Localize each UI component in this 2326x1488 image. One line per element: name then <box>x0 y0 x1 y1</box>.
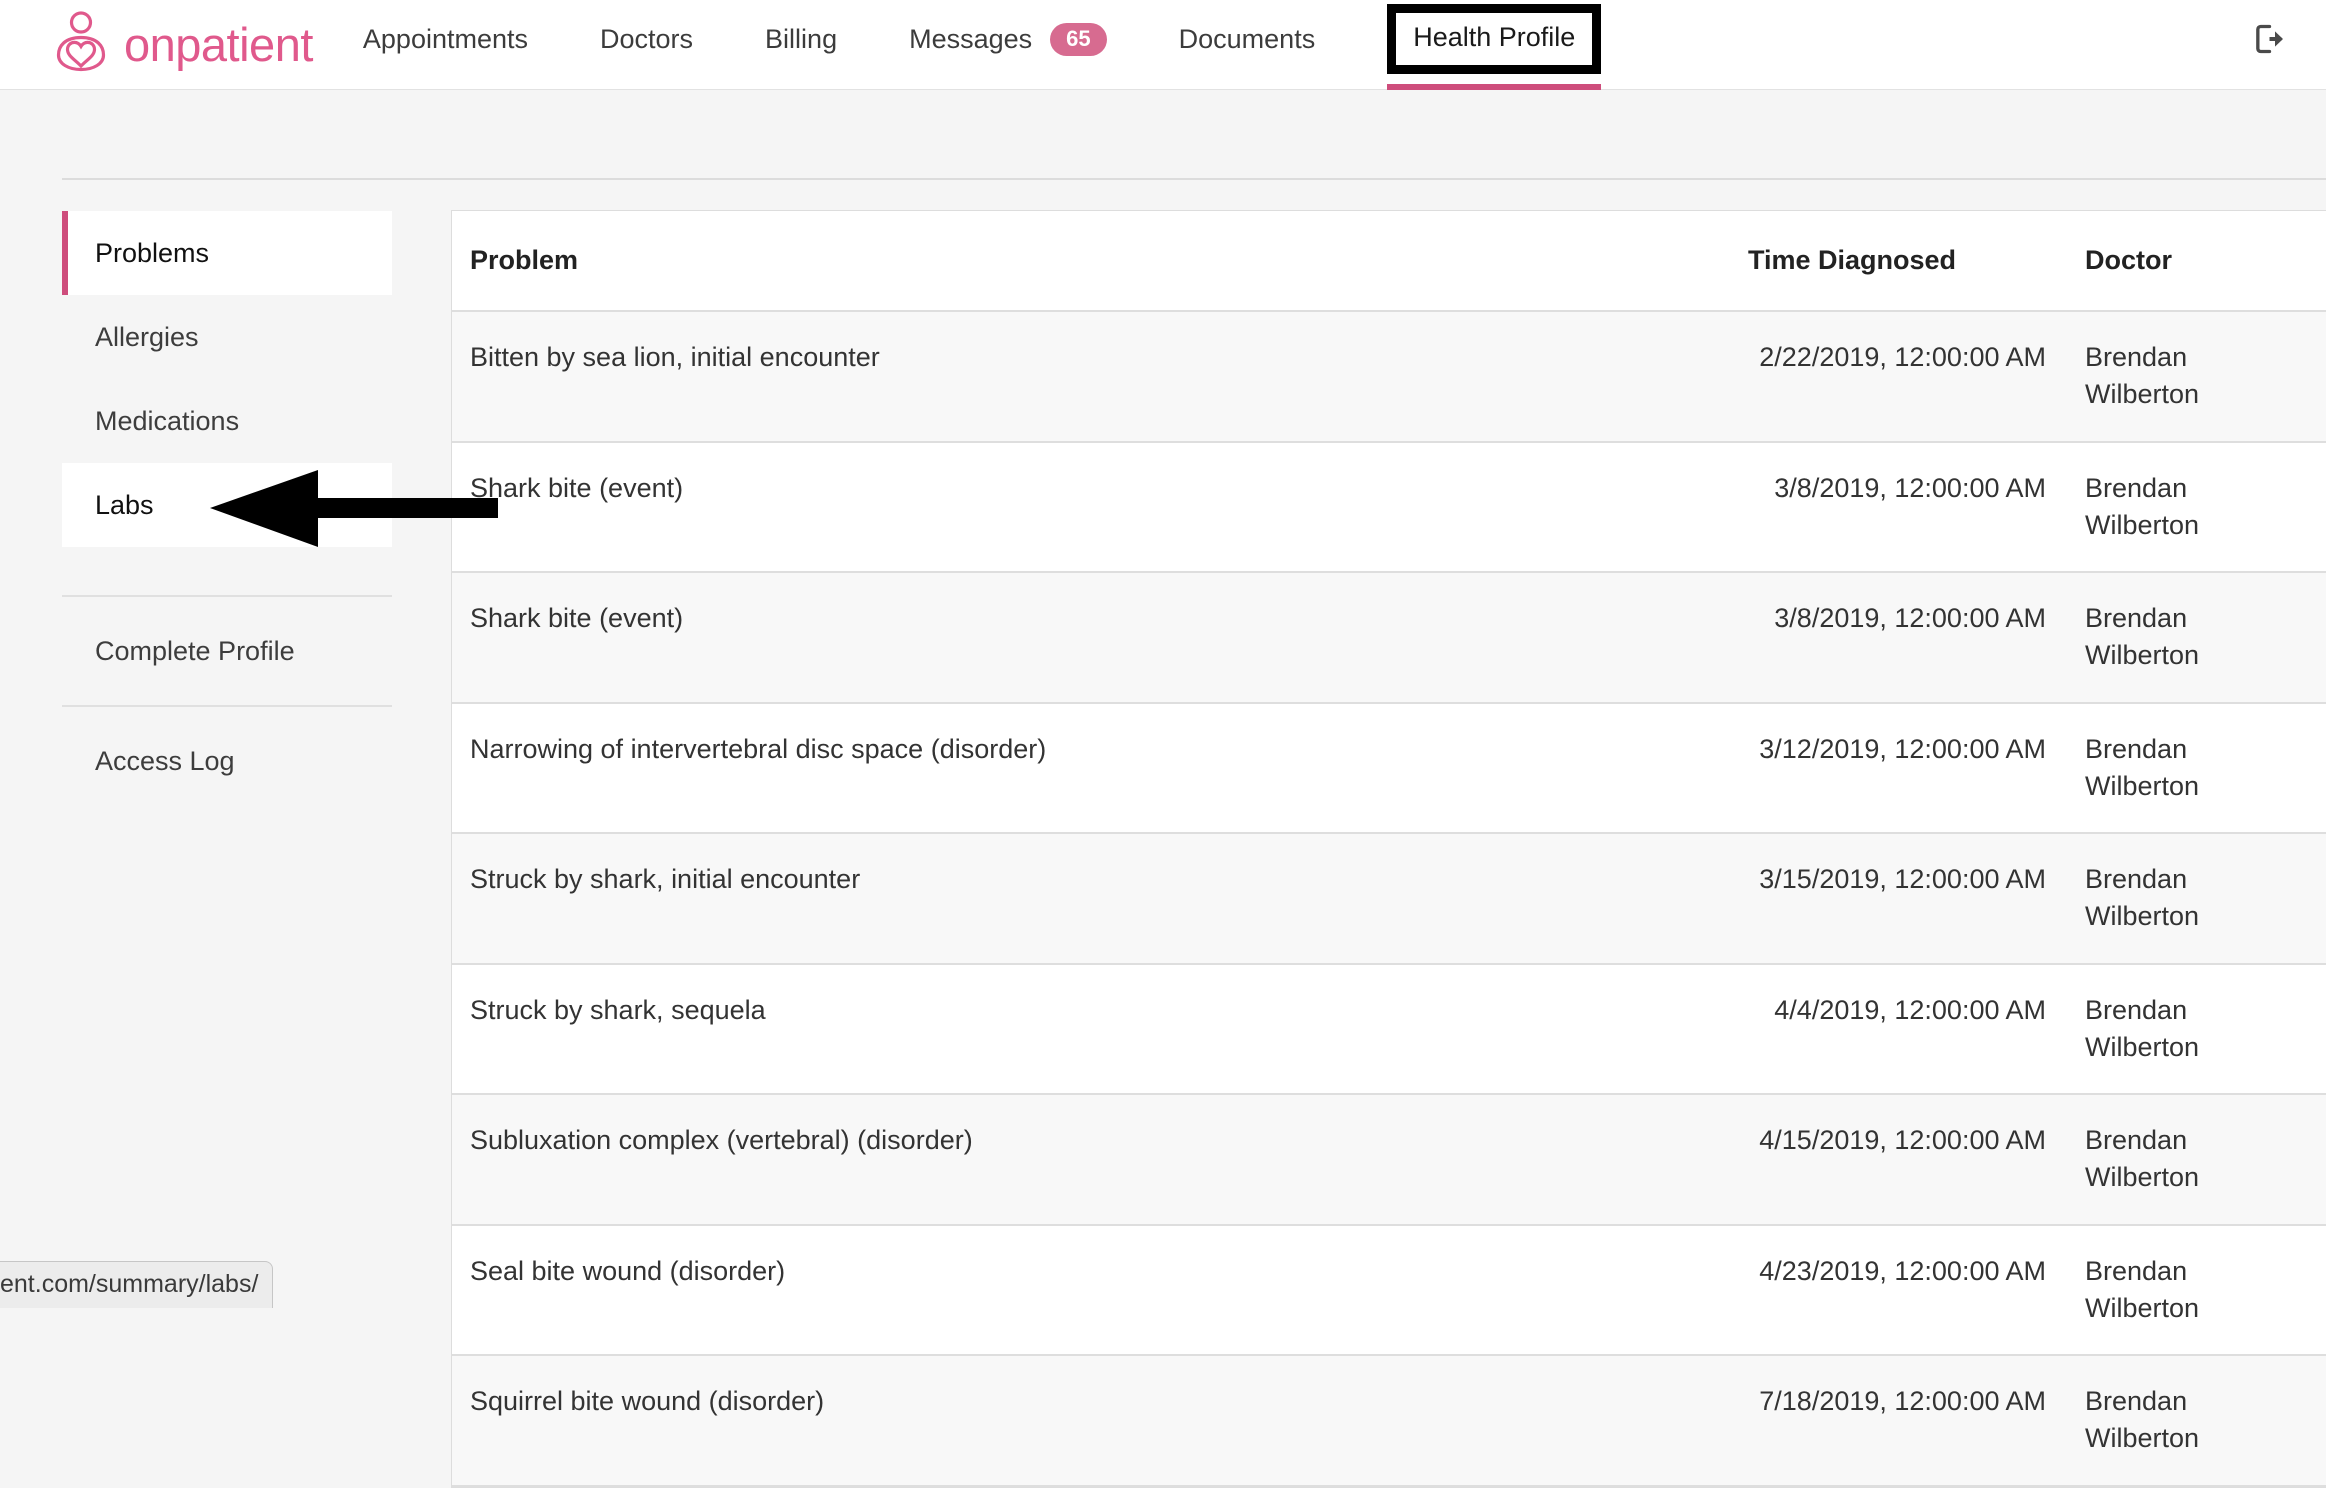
cell-doctor-text: Brendan Wilberton <box>2085 1125 2200 1193</box>
cell-time-diagnosed: 3/8/2019, 12:00:00 AM <box>1748 572 2046 704</box>
cell-problem: Shark bite (event) <box>452 572 1748 704</box>
cell-doctor-text: Brendan Wilberton <box>2085 864 2200 932</box>
column-header-time-diagnosed[interactable]: Time Diagnosed <box>1748 211 2046 312</box>
cell-doctor-text: Brendan Wilberton <box>2085 342 2200 410</box>
cell-time-diagnosed: 3/12/2019, 12:00:00 AM <box>1748 702 2046 834</box>
cell-problem: Struck by shark, initial encounter <box>452 833 1748 965</box>
nav-item-health-profile[interactable]: Health Profile <box>1387 4 1602 92</box>
cell-doctor: Brendan Wilberton <box>2046 833 2326 965</box>
nav-item-label: Appointments <box>362 23 529 54</box>
cell-doctor-text: Brendan Wilberton <box>2085 1386 2200 1454</box>
onpatient-person-heart-logo-icon <box>56 11 106 72</box>
nav-item-doctors[interactable]: Doctors <box>600 24 693 55</box>
cell-doctor-text: Brendan Wilberton <box>2085 733 2200 801</box>
cell-time-diagnosed: 4/4/2019, 12:00:00 AM <box>1748 963 2046 1095</box>
table-row[interactable]: Seal bite wound (disorder) 4/23/2019, 12… <box>452 1224 2326 1356</box>
content-top-divider <box>62 178 2326 180</box>
sidebar-item-allergies[interactable]: Allergies <box>62 295 392 379</box>
cell-doctor: Brendan Wilberton <box>2046 1224 2326 1356</box>
nav-item-label: Billing <box>765 23 838 54</box>
cell-doctor: Brendan Wilberton <box>2046 572 2326 704</box>
nav-item-label: Doctors <box>600 23 694 54</box>
sidebar-item-label: Medications <box>95 405 240 436</box>
cell-doctor: Brendan Wilberton <box>2046 311 2326 443</box>
health-profile-sidebar: Problems Allergies Medications Labs Comp… <box>62 211 392 815</box>
cell-problem: Narrowing of intervertebral disc space (… <box>452 702 1748 834</box>
brand-name: onpatient <box>124 17 313 71</box>
nav-item-label: Documents <box>1178 23 1316 54</box>
cell-doctor: Brendan Wilberton <box>2046 1094 2326 1226</box>
cell-time-diagnosed: 3/15/2019, 12:00:00 AM <box>1748 833 2046 965</box>
sidebar-item-label: Access Log <box>95 745 235 776</box>
sidebar-item-label: Complete Profile <box>95 635 295 666</box>
cell-problem: Bitten by sea lion, initial encounter <box>452 311 1748 443</box>
table-row[interactable]: Shark bite (event) 3/8/2019, 12:00:00 AM… <box>452 572 2326 704</box>
nav-item-billing[interactable]: Billing <box>765 24 837 55</box>
table-row[interactable]: Struck by shark, initial encounter 3/15/… <box>452 833 2326 965</box>
cell-doctor: Brendan Wilberton <box>2046 1355 2326 1487</box>
sidebar-item-label: Labs <box>95 489 154 520</box>
cell-doctor-text: Brendan Wilberton <box>2085 472 2200 540</box>
sidebar-item-medications[interactable]: Medications <box>62 379 392 463</box>
cell-doctor: Brendan Wilberton <box>2046 702 2326 834</box>
nav-item-messages[interactable]: Messages 65 <box>909 22 1107 56</box>
annotation-highlight-box: Health Profile <box>1387 4 1602 74</box>
top-navigation-bar: onpatient Appointments Doctors Billing M… <box>0 0 2326 92</box>
nav-item-appointments[interactable]: Appointments <box>363 24 528 55</box>
sidebar-item-access-log[interactable]: Access Log <box>62 707 392 815</box>
nav-item-label: Health Profile <box>1413 22 1576 52</box>
cell-doctor-text: Brendan Wilberton <box>2085 1255 2200 1323</box>
table-row[interactable]: Squirrel bite wound (disorder) 7/18/2019… <box>452 1355 2326 1487</box>
sidebar-item-label: Allergies <box>95 321 199 352</box>
nav-links: Appointments Doctors Billing Messages 65… <box>363 0 1602 92</box>
cell-problem: Seal bite wound (disorder) <box>452 1224 1748 1356</box>
cell-time-diagnosed: 3/8/2019, 12:00:00 AM <box>1748 441 2046 573</box>
problems-table-body: Bitten by sea lion, initial encounter 2/… <box>452 311 2326 1487</box>
sidebar-item-problems[interactable]: Problems <box>62 211 392 295</box>
page-body: Problems Allergies Medications Labs Comp… <box>0 90 2326 1488</box>
browser-status-url: ent.com/summary/labs/ <box>0 1261 274 1308</box>
table-row[interactable]: Struck by shark, sequela 4/4/2019, 12:00… <box>452 963 2326 1095</box>
cell-problem: Squirrel bite wound (disorder) <box>452 1355 1748 1487</box>
messages-unread-badge: 65 <box>1050 22 1107 56</box>
cell-doctor: Brendan Wilberton <box>2046 963 2326 1095</box>
cell-time-diagnosed: 4/23/2019, 12:00:00 AM <box>1748 1224 2046 1356</box>
sidebar-item-label: Problems <box>95 237 210 268</box>
sidebar-item-complete-profile[interactable]: Complete Profile <box>62 597 392 705</box>
nav-item-label: Messages <box>909 23 1033 54</box>
column-header-doctor[interactable]: Doctor <box>2046 211 2326 312</box>
column-header-problem[interactable]: Problem <box>452 211 1748 312</box>
cell-time-diagnosed: 7/18/2019, 12:00:00 AM <box>1748 1355 2046 1487</box>
cell-time-diagnosed: 2/22/2019, 12:00:00 AM <box>1748 311 2046 443</box>
table-row[interactable]: Bitten by sea lion, initial encounter 2/… <box>452 311 2326 443</box>
cell-doctor: Brendan Wilberton <box>2046 441 2326 573</box>
cell-problem: Struck by shark, sequela <box>452 963 1748 1095</box>
problems-table: Problem Time Diagnosed Doctor Bitten by … <box>452 211 2326 1487</box>
table-row[interactable]: Shark bite (event) 3/8/2019, 12:00:00 AM… <box>452 441 2326 573</box>
cell-problem: Subluxation complex (vertebral) (disorde… <box>452 1094 1748 1226</box>
problems-table-card: Problem Time Diagnosed Doctor Bitten by … <box>451 210 2326 1488</box>
cell-problem: Shark bite (event) <box>452 441 1748 573</box>
cell-time-diagnosed: 4/15/2019, 12:00:00 AM <box>1748 1094 2046 1226</box>
sidebar-item-labs[interactable]: Labs <box>62 463 392 547</box>
table-header-row: Problem Time Diagnosed Doctor <box>452 211 2326 312</box>
logout-icon <box>2256 24 2283 54</box>
cell-doctor-text: Brendan Wilberton <box>2085 603 2200 671</box>
cell-doctor-text: Brendan Wilberton <box>2085 994 2200 1062</box>
table-row[interactable]: Subluxation complex (vertebral) (disorde… <box>452 1094 2326 1226</box>
table-row[interactable]: Narrowing of intervertebral disc space (… <box>452 702 2326 834</box>
logout-button[interactable] <box>2244 16 2290 62</box>
nav-item-documents[interactable]: Documents <box>1179 24 1316 55</box>
brand-logo[interactable]: onpatient <box>50 3 313 79</box>
problems-table-head: Problem Time Diagnosed Doctor <box>452 211 2326 312</box>
